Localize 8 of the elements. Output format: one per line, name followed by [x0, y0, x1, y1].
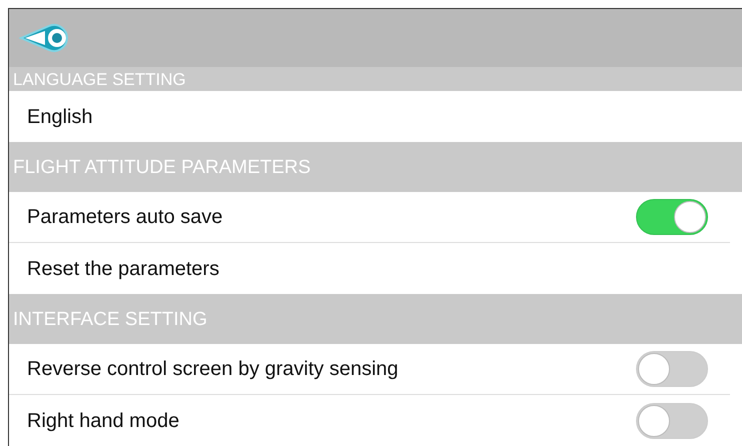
toggle-switch[interactable] — [636, 199, 708, 235]
setting-label: Parameters auto save — [27, 205, 223, 230]
setting-label: Reset the parameters — [27, 256, 220, 282]
setting-label: Reverse control screen by gravity sensing — [27, 357, 398, 382]
setting-label: Right hand mode — [27, 408, 180, 434]
toggle-switch[interactable] — [636, 351, 708, 387]
toggle-switch[interactable] — [636, 402, 708, 438]
setting-label: English — [27, 104, 93, 130]
